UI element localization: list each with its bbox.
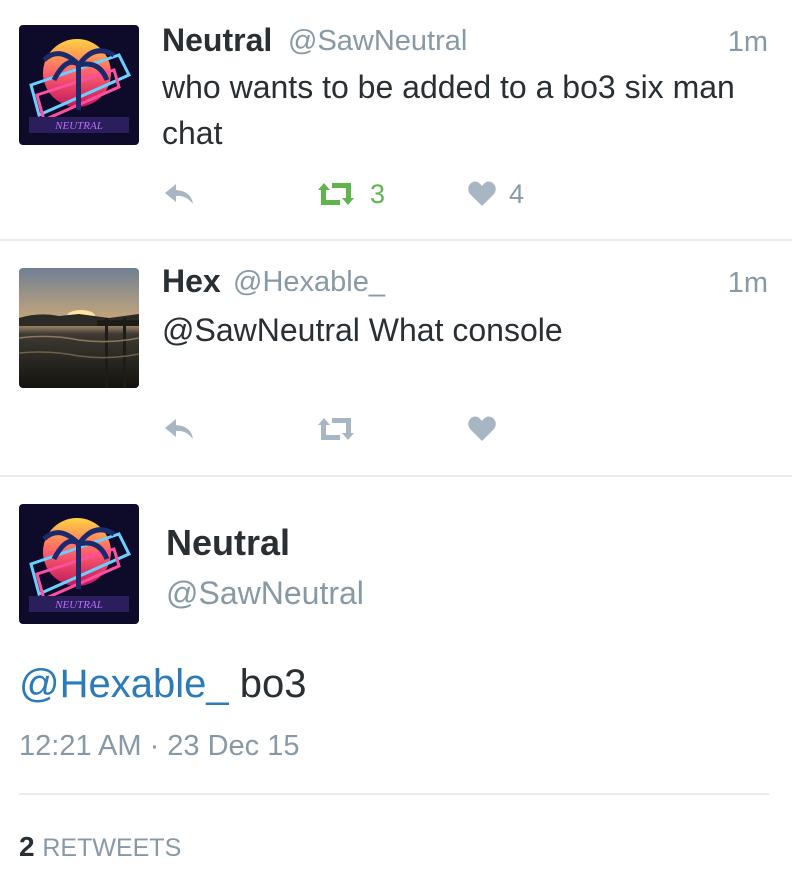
avatar-neutral[interactable]: NEUTRAL xyxy=(19,504,139,624)
tweet-text: @SawNeutral What console xyxy=(162,312,563,348)
like-icon xyxy=(468,416,496,441)
tweet-detail: NEUTRAL Neutral @SawNeutral @Hexable_ bo… xyxy=(0,477,792,888)
sunset-photo-avatar-icon xyxy=(19,268,139,388)
tweet-2[interactable]: Hex @Hexable_ 1m @SawNeutral What consol… xyxy=(0,241,792,475)
retweet-button[interactable]: 3 xyxy=(314,174,385,214)
retweet-count: 3 xyxy=(370,178,386,209)
synthwave-avatar-icon: NEUTRAL xyxy=(19,504,139,624)
tweet-time[interactable]: 1m xyxy=(728,267,768,300)
author-name[interactable]: Hex xyxy=(162,263,221,300)
tweet-text: @Hexable_ bo3 xyxy=(19,662,306,707)
tweet-text: who wants to be added to a bo3 six man c… xyxy=(162,69,735,151)
retweet-label: RETWEETS xyxy=(42,834,182,862)
retweet-stats[interactable]: 2 RETWEETS xyxy=(19,831,181,863)
tweet-time[interactable]: 1m xyxy=(728,26,768,59)
like-icon xyxy=(468,181,496,206)
author-name[interactable]: Neutral xyxy=(162,22,272,59)
like-button[interactable] xyxy=(467,409,497,449)
reply-icon xyxy=(165,419,193,439)
author-name[interactable]: Neutral xyxy=(166,522,290,564)
reply-icon xyxy=(165,184,193,204)
avatar-hex[interactable] xyxy=(19,268,139,388)
like-button[interactable]: 4 xyxy=(467,174,524,214)
divider xyxy=(19,793,769,795)
retweet-total: 2 xyxy=(19,831,35,862)
svg-text:NEUTRAL: NEUTRAL xyxy=(54,120,103,132)
tweet-timestamp[interactable]: 12:21 AM · 23 Dec 15 xyxy=(19,730,300,763)
synthwave-avatar-icon: NEUTRAL xyxy=(19,25,139,145)
tweet-body: bo3 xyxy=(228,662,307,706)
tweet-1[interactable]: NEUTRAL Neutral @SawNeutral 1m who wants… xyxy=(0,0,792,240)
author-handle[interactable]: @Hexable_ xyxy=(233,266,385,299)
svg-text:NEUTRAL: NEUTRAL xyxy=(54,599,103,611)
author-handle[interactable]: @SawNeutral xyxy=(288,25,467,58)
retweet-icon xyxy=(318,418,354,440)
avatar-neutral[interactable]: NEUTRAL xyxy=(19,25,139,145)
retweet-icon xyxy=(318,183,354,205)
like-count: 4 xyxy=(509,178,525,209)
author-handle[interactable]: @SawNeutral xyxy=(166,575,364,612)
reply-button[interactable] xyxy=(162,409,196,449)
mention-link[interactable]: @Hexable_ xyxy=(19,662,229,706)
reply-button[interactable] xyxy=(162,174,196,214)
retweet-button[interactable] xyxy=(314,409,358,449)
